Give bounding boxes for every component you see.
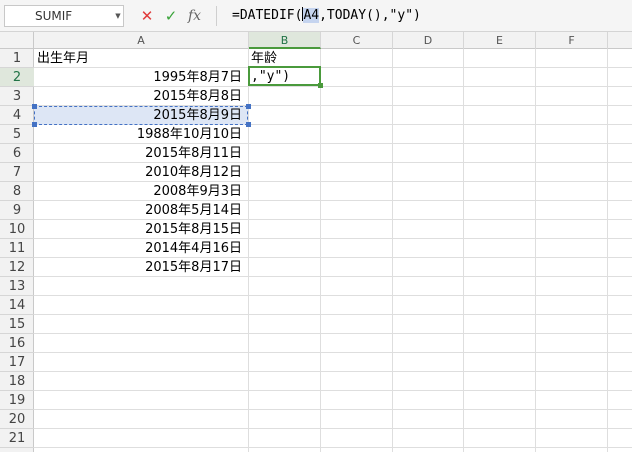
row-header-14[interactable]: 14 (0, 296, 34, 315)
row-header-6[interactable]: 6 (0, 144, 34, 163)
gridline (34, 352, 632, 353)
gridline (34, 333, 632, 334)
gridline (34, 390, 632, 391)
row-header-20[interactable]: 20 (0, 410, 34, 429)
name-box[interactable]: SUMIF (4, 5, 124, 27)
gridline (320, 49, 321, 452)
cell-a1[interactable]: 出生年月 (35, 49, 247, 68)
row-header-11[interactable]: 11 (0, 239, 34, 258)
column-header-a[interactable]: A (34, 32, 249, 49)
gridline (463, 49, 464, 452)
column-header-c[interactable]: C (321, 32, 393, 49)
formula-text-end: ,TODAY(),"y") (319, 8, 421, 23)
formula-text-start: =DATEDIF( (232, 8, 303, 23)
cell-a5[interactable]: 1988年10月10日 (35, 125, 247, 144)
cell-a3[interactable]: 2015年8月8日 (35, 87, 247, 106)
row-header-8[interactable]: 8 (0, 182, 34, 201)
confirm-icon[interactable]: ✓ (164, 5, 178, 27)
cell-a2[interactable]: 1995年8月7日 (35, 68, 247, 87)
gridline (34, 447, 632, 448)
row-header-7[interactable]: 7 (0, 163, 34, 182)
gridline (34, 314, 632, 315)
formula-cell-reference: A4 (303, 8, 320, 23)
gridline (34, 371, 632, 372)
select-all-corner[interactable] (0, 32, 34, 49)
row-header-10[interactable]: 10 (0, 220, 34, 239)
chevron-down-icon[interactable]: ▼ (112, 5, 124, 27)
formula-bar-divider (216, 6, 217, 26)
gridline (535, 49, 536, 452)
cancel-icon[interactable]: ✕ (140, 5, 154, 27)
row-header-19[interactable]: 19 (0, 391, 34, 410)
row-header-12[interactable]: 12 (0, 258, 34, 277)
column-header-f[interactable]: F (536, 32, 608, 49)
column-header-g[interactable] (608, 32, 632, 49)
row-header-18[interactable]: 18 (0, 372, 34, 391)
row-header-4[interactable]: 4 (0, 106, 34, 125)
column-header-b[interactable]: B (249, 32, 321, 49)
cell-a10[interactable]: 2015年8月15日 (35, 220, 247, 239)
row-header-16[interactable]: 16 (0, 334, 34, 353)
gridline (34, 409, 632, 410)
formula-input[interactable]: =DATEDIF(A4,TODAY(),"y") (222, 5, 628, 27)
cell-a11[interactable]: 2014年4月16日 (35, 239, 247, 258)
row-header-17[interactable]: 17 (0, 353, 34, 372)
row-header-5[interactable]: 5 (0, 125, 34, 144)
cell-b1[interactable]: 年龄 (249, 49, 319, 68)
cell-a4[interactable]: 2015年8月9日 (35, 106, 247, 125)
cell-a8[interactable]: 2008年9月3日 (35, 182, 247, 201)
gridline (607, 49, 608, 452)
cell-a7[interactable]: 2010年8月12日 (35, 163, 247, 182)
gridline (34, 428, 632, 429)
column-header-d[interactable]: D (393, 32, 464, 49)
gridline (392, 49, 393, 452)
row-header-21[interactable]: 21 (0, 429, 34, 448)
insert-function-icon[interactable]: fx (188, 5, 206, 27)
row-header-2[interactable]: 2 (0, 68, 34, 87)
row-header-9[interactable]: 9 (0, 201, 34, 220)
cell-a9[interactable]: 2008年5月14日 (35, 201, 247, 220)
row-header-15[interactable]: 15 (0, 315, 34, 334)
row-header-3[interactable]: 3 (0, 87, 34, 106)
cell-a6[interactable]: 2015年8月11日 (35, 144, 247, 163)
row-header-13[interactable]: 13 (0, 277, 34, 296)
gridline (34, 295, 632, 296)
row-header-1[interactable]: 1 (0, 49, 34, 68)
column-header-e[interactable]: E (464, 32, 536, 49)
cell-a12[interactable]: 2015年8月17日 (35, 258, 247, 277)
cell-b2-editing[interactable]: ,"y") (249, 67, 319, 86)
gridline (248, 49, 249, 452)
